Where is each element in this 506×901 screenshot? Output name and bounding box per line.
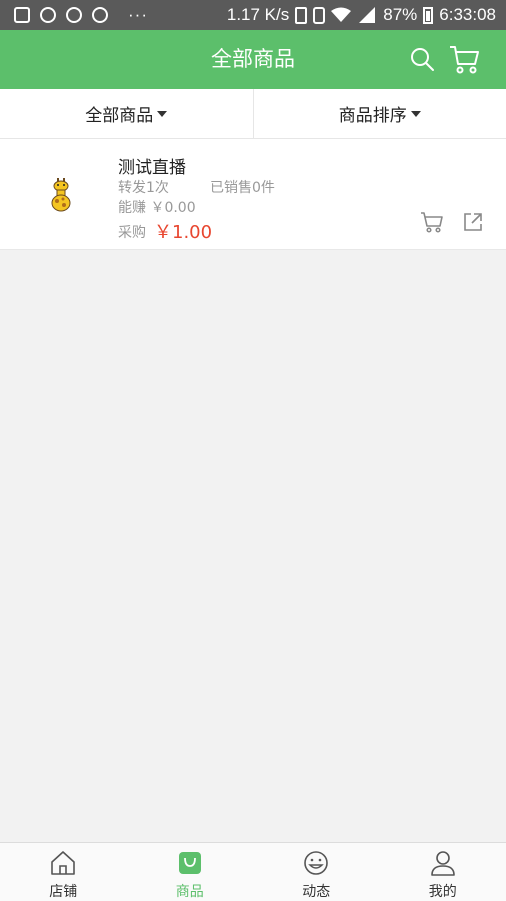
- bottom-tab-bar: 店铺 商品 动态 我的: [0, 842, 506, 901]
- tab-moments[interactable]: 动态: [253, 843, 380, 901]
- share-icon[interactable]: [463, 212, 483, 232]
- bag-icon: [176, 849, 204, 877]
- forward-count: 转发1次: [118, 177, 169, 197]
- caret-down-icon: [157, 111, 167, 117]
- network-speed: 1.17 K/s: [227, 5, 289, 25]
- download-icon: [14, 7, 30, 23]
- earn-amount: 能赚 ￥0.00: [118, 197, 196, 217]
- sort-filter-label: 商品排序: [339, 101, 407, 126]
- smile-icon: [302, 849, 330, 877]
- battery-percent: 87%: [383, 5, 417, 25]
- caret-down-icon: [411, 111, 421, 117]
- more-dots: ···: [128, 5, 148, 25]
- tab-mine[interactable]: 我的: [380, 843, 506, 901]
- category-filter[interactable]: 全部商品: [0, 89, 253, 138]
- status-bar: ··· 1.17 K/s 87% 6:33:08: [0, 0, 506, 30]
- signal-icon: [357, 7, 377, 23]
- tab-shop[interactable]: 店铺: [0, 843, 127, 901]
- vibrate-icon: [313, 7, 325, 24]
- app-header: 全部商品: [0, 30, 506, 89]
- category-filter-label: 全部商品: [85, 101, 153, 126]
- tab-products[interactable]: 商品: [127, 843, 254, 901]
- cart-icon[interactable]: [448, 43, 480, 75]
- squirrel-icon: [40, 7, 56, 23]
- tab-shop-label: 店铺: [0, 881, 127, 901]
- sold-count: 已销售0件: [210, 177, 275, 197]
- sort-filter[interactable]: 商品排序: [253, 89, 506, 138]
- add-to-cart-icon[interactable]: [420, 211, 444, 233]
- home-icon: [49, 849, 77, 877]
- squirrel-icon: [66, 7, 82, 23]
- search-icon[interactable]: [409, 46, 435, 72]
- filter-bar: 全部商品 商品排序: [0, 89, 506, 139]
- purchase-label: 采购: [118, 222, 146, 242]
- wifi-icon: [331, 7, 351, 23]
- product-item[interactable]: 测试直播 转发1次 已销售0件 能赚 ￥0.00 采购 ￥1.00: [0, 139, 506, 250]
- user-icon: [429, 849, 457, 877]
- tab-mine-label: 我的: [380, 881, 506, 901]
- tab-moments-label: 动态: [253, 881, 380, 901]
- tab-products-label: 商品: [127, 881, 254, 901]
- product-name: 测试直播: [118, 153, 186, 178]
- phone-icon: [295, 7, 307, 24]
- cloud-icon: [92, 7, 108, 23]
- giraffe-thumbnail: [42, 175, 80, 213]
- clock: 6:33:08: [439, 5, 496, 25]
- notification-icons: ···: [0, 5, 148, 25]
- purchase-price: ￥1.00: [154, 218, 212, 244]
- battery-icon: [423, 7, 433, 24]
